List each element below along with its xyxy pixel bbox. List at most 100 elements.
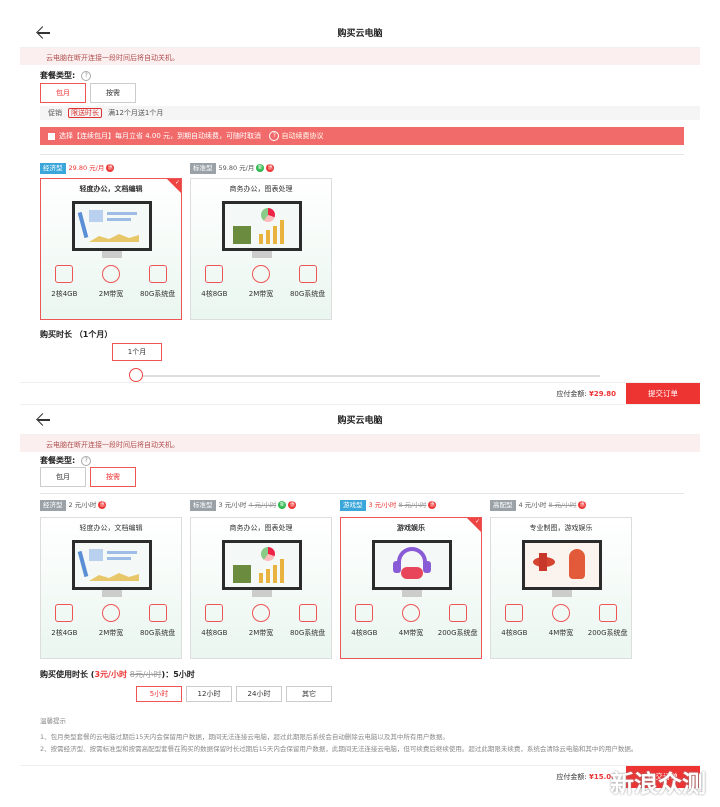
- plan-card-standard[interactable]: 商务办公，图表处理 4核8GB 2M带宽 80G系统盘: [190, 517, 332, 659]
- new-icon: 新: [256, 164, 265, 172]
- plan-card-gaming[interactable]: 游戏娱乐 4核8GB 4M带宽 200G系统盘: [340, 517, 482, 659]
- screen-hourly: 购买云电脑 云电脑在断开连接一段时间后将自动关机。 套餐类型:? 包月 按需 经…: [20, 404, 700, 788]
- discount-icon: 惠: [288, 501, 297, 509]
- plan-card-high[interactable]: 专业制图，游戏娱乐 4核8GB 4M带宽 200G系统盘: [490, 517, 632, 659]
- spec-disk-text: 80G系统盘: [139, 629, 176, 637]
- option-12h[interactable]: 12小时: [186, 686, 232, 702]
- amount-due-value: ¥29.80: [588, 390, 616, 398]
- amount-due: 应付金额: ¥15.00: [556, 772, 616, 782]
- badge-type: 经济型: [40, 500, 66, 511]
- card-badge-standard: 标准型 59.80 元/月新惠: [190, 163, 275, 174]
- tip-item: 2、按需经济型、按需标准型和按需高配型套餐在购买的数据保留时长过期后15天内会保…: [40, 745, 638, 753]
- duration-label: 购买时长 （1个月）: [40, 330, 113, 339]
- spec-cpu: 4核8GB: [492, 604, 536, 638]
- screen-monthly: 购买云电脑 云电脑在断开连接一段时间后将自动关机。 套餐类型:? 包月 按需 促…: [20, 18, 700, 405]
- duration-slider-track[interactable]: [136, 375, 600, 377]
- monitor-icon: [55, 265, 74, 283]
- spec-cpu-text: 4核8GB: [501, 629, 528, 637]
- tips-title: 温馨提示: [40, 717, 66, 725]
- spec-disk: 200G系统盘: [436, 604, 480, 638]
- amount-due: 应付金额: ¥29.80: [556, 389, 616, 399]
- spec-bandwidth: 2M带宽: [239, 265, 283, 299]
- disk-icon: [148, 265, 167, 283]
- design-monitor-illustration-icon: [522, 540, 602, 598]
- discount-icon: 惠: [578, 501, 587, 509]
- monitor-icon: [355, 604, 374, 622]
- spec-row: 4核8GB 4M带宽 200G系统盘: [491, 604, 631, 638]
- card-title: 商务办公，图表处理: [229, 185, 293, 193]
- discount-icon: 惠: [106, 164, 115, 172]
- disk-icon: [298, 265, 317, 283]
- spec-row: 4核8GB 4M带宽 200G系统盘: [341, 604, 481, 638]
- option-24h[interactable]: 24小时: [236, 686, 282, 702]
- card-badge-standard: 标准型 3 元/小时 4 元/小时新惠: [190, 500, 297, 511]
- duration-value-box: 1个月: [112, 343, 162, 361]
- spec-disk-text: 80G系统盘: [139, 290, 176, 298]
- help-icon[interactable]: ?: [269, 131, 280, 141]
- card-badge-economy: 经济型 2 元/小时惠: [40, 500, 107, 511]
- badge-type: 高配型: [490, 500, 516, 511]
- spec-disk-text: 200G系统盘: [587, 629, 628, 637]
- spec-bandwidth-text: 2M带宽: [98, 290, 124, 298]
- divider: [40, 493, 684, 494]
- spec-cpu-text: 4核8GB: [201, 629, 228, 637]
- spec-bandwidth: 4M带宽: [389, 604, 433, 638]
- spec-disk-text: 200G系统盘: [437, 629, 478, 637]
- spec-disk: 200G系统盘: [586, 604, 630, 638]
- promo-row: 促销 限送时长 满12个月送1个月: [40, 106, 700, 120]
- spec-bandwidth: 2M带宽: [239, 604, 283, 638]
- chart-monitor-illustration-icon: [222, 201, 302, 259]
- submit-order-button[interactable]: 提交订单: [626, 383, 700, 405]
- option-5h[interactable]: 5小时: [136, 686, 182, 702]
- gauge-icon: [251, 265, 270, 283]
- toggle-monthly[interactable]: 包月: [40, 467, 86, 487]
- badge-price: 2 元/小时: [68, 501, 97, 509]
- badge-price: 59.80 元/月: [218, 164, 255, 172]
- spec-bandwidth-text: 4M带宽: [548, 629, 574, 637]
- page-title: 购买云电脑: [337, 416, 383, 426]
- disk-icon: [448, 604, 467, 622]
- plan-card-economy[interactable]: 轻度办公，文档编辑 2核4GB 2M带宽 80G系统盘: [40, 178, 182, 320]
- spec-cpu-text: 4核8GB: [201, 290, 228, 298]
- plan-type-label: 套餐类型:?: [40, 70, 92, 81]
- spec-disk: 80G系统盘: [136, 604, 180, 638]
- duration-slider-thumb[interactable]: [129, 368, 143, 382]
- toggle-hourly[interactable]: 按需: [90, 83, 136, 103]
- toggle-monthly[interactable]: 包月: [40, 83, 86, 103]
- auto-renew-checkbox[interactable]: [48, 132, 55, 140]
- plan-card-economy[interactable]: 轻度办公，文档编辑 2核4GB 2M带宽 80G系统盘: [40, 517, 182, 659]
- spec-disk: 80G系统盘: [286, 604, 330, 638]
- badge-old-price: 8 元/小时: [398, 501, 427, 509]
- watermark-logo: 新浪众测: [610, 770, 706, 798]
- help-icon[interactable]: ?: [81, 70, 92, 81]
- spec-cpu: 4核8GB: [192, 265, 236, 299]
- badge-old-price: 8 元/小时: [548, 501, 577, 509]
- option-other[interactable]: 其它: [286, 686, 332, 702]
- gauge-icon: [101, 604, 120, 622]
- card-title: 轻度办公，文档编辑: [79, 185, 143, 193]
- gaming-monitor-illustration-icon: [372, 540, 452, 598]
- discount-icon: 惠: [266, 164, 275, 172]
- divider: [40, 154, 684, 155]
- auto-shutdown-notice: 云电脑在断开连接一段时间后将自动关机。: [20, 435, 700, 452]
- card-title: 轻度办公，文档编辑: [79, 524, 143, 532]
- selected-check-icon: [167, 179, 181, 193]
- spec-bandwidth-text: 2M带宽: [98, 629, 124, 637]
- spec-bandwidth: 2M带宽: [89, 265, 133, 299]
- plan-card-standard[interactable]: 商务办公，图表处理 4核8GB 2M带宽 80G系统盘: [190, 178, 332, 320]
- discount-icon: 惠: [98, 501, 107, 509]
- card-badge-high: 高配型 4 元/小时 8 元/小时惠: [490, 500, 587, 511]
- toggle-hourly[interactable]: 按需: [90, 467, 136, 487]
- spec-bandwidth: 2M带宽: [89, 604, 133, 638]
- usage-price: 3元/小时: [94, 670, 127, 679]
- plan-type-text: 套餐类型:: [40, 456, 76, 465]
- bottom-bar: 应付金额: ¥29.80 提交订单: [20, 382, 700, 405]
- spec-bandwidth-text: 2M带宽: [248, 629, 274, 637]
- badge-price: 4 元/小时: [518, 501, 547, 509]
- chart-monitor-illustration-icon: [222, 540, 302, 598]
- auto-renew-bar[interactable]: 选择【连续包月】每月立省 4.00 元，到期自动续费，可随时取消 ? 自动续费协…: [40, 127, 684, 145]
- help-icon[interactable]: ?: [81, 455, 92, 466]
- badge-type: 游戏型: [340, 500, 366, 511]
- spec-row: 2核4GB 2M带宽 80G系统盘: [41, 604, 181, 638]
- auto-renew-agreement-link[interactable]: 自动续费协议: [282, 132, 324, 140]
